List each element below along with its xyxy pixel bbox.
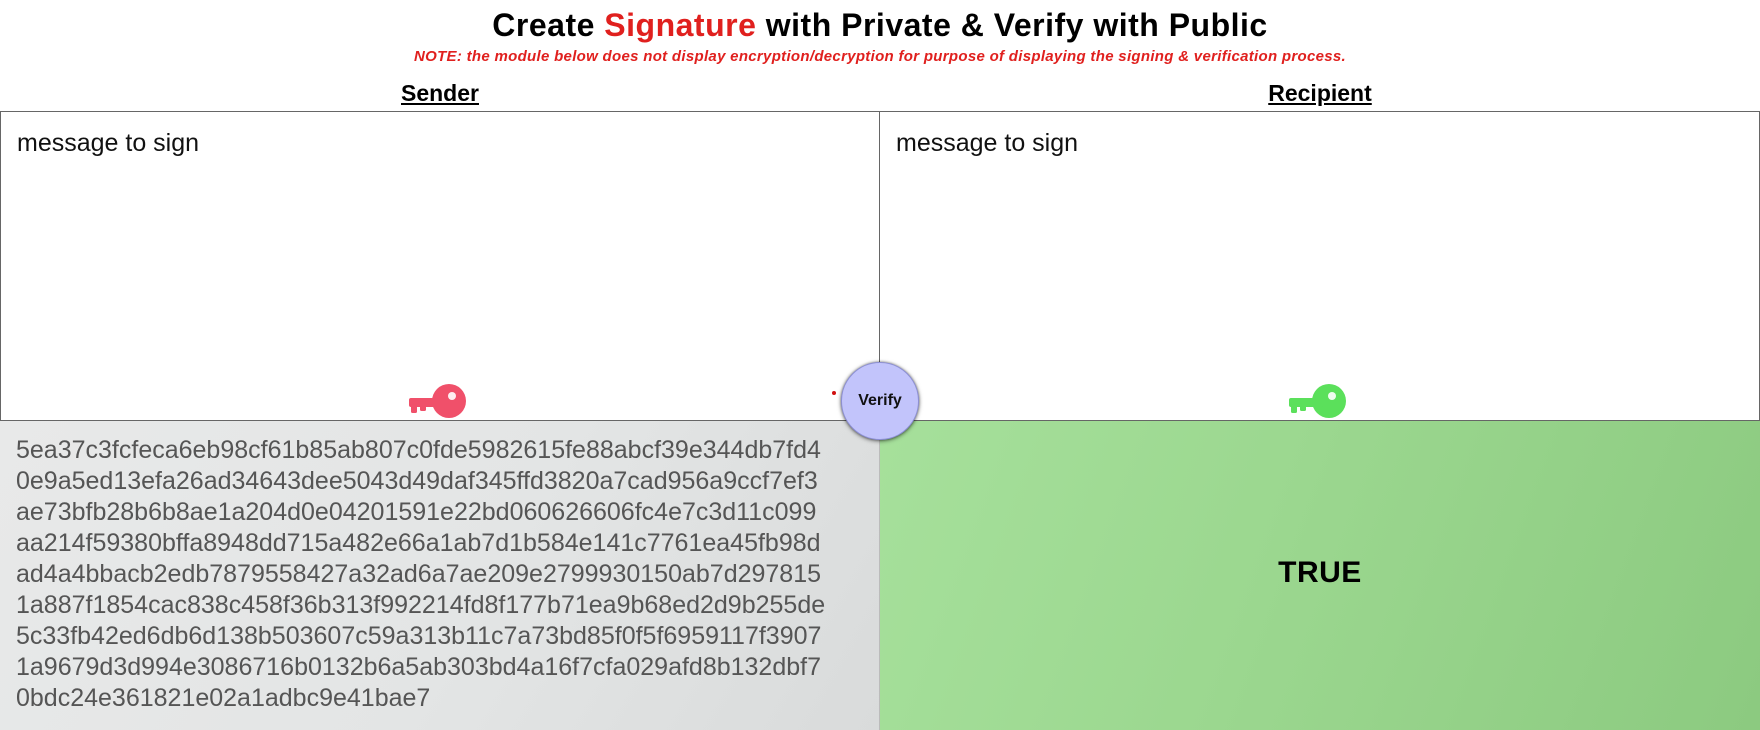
private-key-icon [409, 384, 466, 418]
signature-line: ad4a4bbacb2edb7879558427a32ad6a7ae209e27… [16, 560, 822, 588]
note-text: NOTE: the module below does not display … [413, 48, 1346, 65]
recipient-message-panel [880, 111, 1760, 421]
recipient-message-input[interactable] [896, 128, 1736, 398]
verify-button[interactable]: Verify [841, 362, 919, 440]
signature-line: 5c33fb42ed6db6d138b503607c59a313b11c7a73… [16, 622, 822, 650]
signature-output: 5ea37c3fcfeca6eb98cf61b85ab807c0fde59826… [16, 435, 866, 714]
sender-heading: Sender [401, 80, 479, 106]
signature-panel: 5ea37c3fcfeca6eb98cf61b85ab807c0fde59826… [0, 421, 880, 730]
header: Create Signature with Private & Verify w… [0, 0, 1760, 66]
title-suffix: with Private & Verify with Public [765, 7, 1268, 43]
signature-line: 5ea37c3fcfeca6eb98cf61b85ab807c0fde59826… [16, 436, 821, 464]
verification-result: TRUE [1278, 555, 1362, 589]
signature-line: aa214f59380bffa8948dd715a482e66a1ab7d1b5… [16, 529, 821, 557]
column-headers: Sender Recipient [0, 78, 1760, 108]
title-accent: Signature [604, 7, 757, 43]
signature-line: 0e9a5ed13efa26ad34643dee5043d49daf345ffd… [16, 467, 818, 495]
title-prefix: Create [492, 7, 595, 43]
signature-line: 1a9679d3d994e3086716b0132b6a5ab303bd4a16… [16, 653, 821, 681]
red-dot-marker [832, 391, 836, 395]
sender-message-input[interactable] [17, 128, 857, 398]
signature-line: 0bdc24e361821e02a1adbc9e41bae7 [16, 684, 431, 712]
page-title: Create Signature with Private & Verify w… [0, 6, 1760, 44]
signature-line: 1a887f1854cac838c458f36b313f992214fd8f17… [16, 591, 826, 619]
public-key-icon [1289, 384, 1346, 418]
page: Create Signature with Private & Verify w… [0, 0, 1760, 730]
recipient-heading: Recipient [1268, 80, 1372, 106]
verification-result-panel: TRUE [880, 421, 1760, 730]
sender-message-panel [0, 111, 880, 421]
signature-line: ae73bfb28b6b8ae1a204d0e04201591e22bd0606… [16, 498, 817, 526]
